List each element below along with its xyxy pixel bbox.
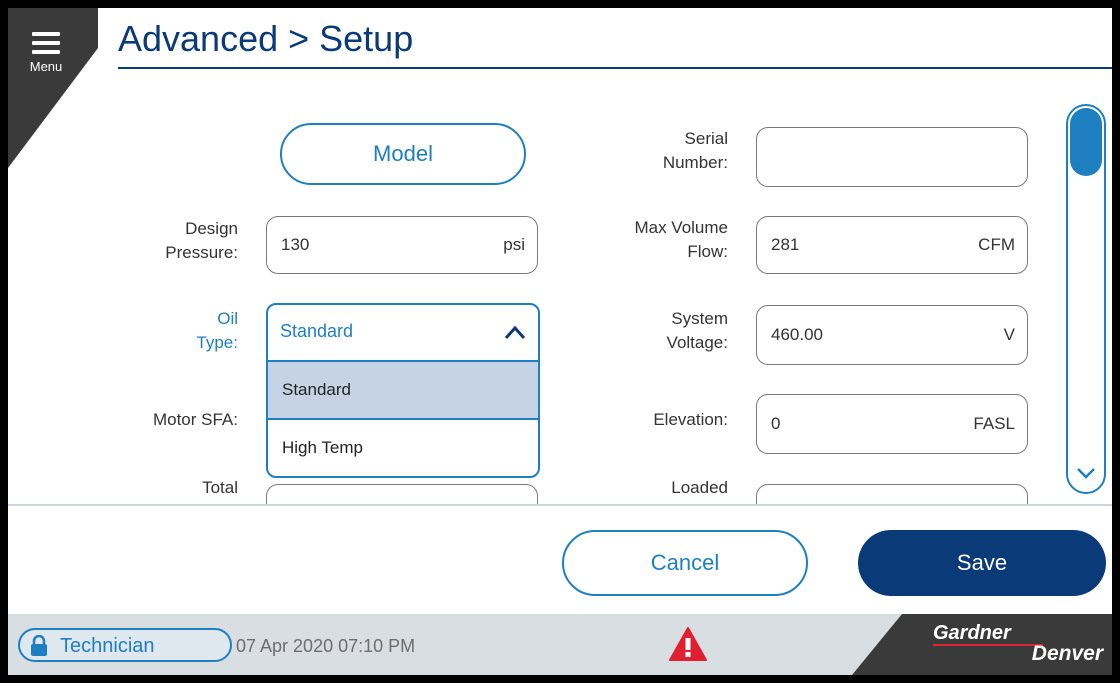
loaded-label: Loaded xyxy=(568,476,728,500)
design-pressure-label: Design Pressure: xyxy=(108,217,238,265)
system-voltage-label: System Voltage: xyxy=(568,307,728,355)
field-unit: V xyxy=(1003,325,1015,344)
label-line: Serial xyxy=(684,129,728,148)
elevation-label: Elevation: xyxy=(568,408,728,432)
label-line: Loaded xyxy=(671,478,728,497)
label-line: Voltage: xyxy=(666,333,728,352)
hamburger-icon-bar xyxy=(32,41,60,45)
max-volume-flow-label: Max Volume Flow: xyxy=(568,216,728,264)
model-button[interactable]: Model xyxy=(280,123,526,185)
brand-bottom: Denver xyxy=(1031,642,1103,665)
max-volume-flow-field[interactable]: 281 CFM xyxy=(756,216,1028,274)
motor-sfa-label: Motor SFA: xyxy=(68,408,238,432)
hamburger-icon-bar xyxy=(32,50,60,54)
dropdown-option-standard[interactable]: Standard xyxy=(268,360,538,418)
option-label: High Temp xyxy=(282,438,363,457)
chevron-up-icon xyxy=(504,325,526,340)
user-role-button[interactable]: Technician xyxy=(18,628,232,662)
label-line: Pressure: xyxy=(165,243,238,262)
label-line: Design xyxy=(185,219,238,238)
field-value: 130 xyxy=(281,235,310,254)
page-title: Advanced > Setup xyxy=(118,18,414,59)
label-line: Oil xyxy=(217,309,238,328)
setup-screen: Menu Advanced > Setup Model Design Press… xyxy=(8,8,1112,675)
status-footer: Technician 07 Apr 2020 07:10 PM Gardner … xyxy=(8,614,1112,675)
total-field[interactable] xyxy=(266,484,538,504)
label-line: Type: xyxy=(196,333,238,352)
brand-top: Gardner xyxy=(933,622,1011,644)
oil-type-dropdown[interactable]: Standard Standard High Temp xyxy=(266,303,540,478)
system-voltage-field[interactable]: 460.00 V xyxy=(756,305,1028,365)
form-divider xyxy=(8,504,1112,506)
field-unit: CFM xyxy=(978,235,1015,254)
loaded-field[interactable] xyxy=(756,484,1028,504)
setup-form: Model Design Pressure: 130 psi Oil Type:… xyxy=(8,70,1068,504)
field-unit: psi xyxy=(503,235,525,254)
hamburger-icon xyxy=(32,32,60,36)
menu-button[interactable]: Menu xyxy=(16,18,76,78)
lock-icon xyxy=(31,635,47,656)
serial-number-field[interactable] xyxy=(756,127,1028,187)
oil-type-dropdown-header[interactable]: Standard xyxy=(268,305,538,360)
dropdown-selected-value: Standard xyxy=(280,321,354,341)
brand-underline xyxy=(933,644,1043,646)
field-value: 281 xyxy=(771,235,800,254)
field-value: 0 xyxy=(771,414,781,433)
elevation-field[interactable]: 0 FASL xyxy=(756,394,1028,454)
label-line: Total xyxy=(202,478,238,497)
date-time: 07 Apr 2020 07:10 PM xyxy=(236,636,416,656)
field-value: 460.00 xyxy=(771,325,823,344)
option-label: Standard xyxy=(282,380,351,399)
label-line: System xyxy=(671,309,728,328)
serial-number-label: Serial Number: xyxy=(568,127,728,175)
label-line: Motor SFA: xyxy=(152,410,238,429)
warning-icon[interactable] xyxy=(668,626,708,662)
form-scrollbar[interactable] xyxy=(1066,104,1106,494)
label-line: Elevation: xyxy=(653,410,728,429)
dropdown-option-high-temp[interactable]: High Temp xyxy=(268,418,538,476)
save-button[interactable]: Save xyxy=(858,530,1106,596)
chevron-down-icon[interactable] xyxy=(1076,466,1096,480)
gardner-denver-logo: Gardner Denver xyxy=(933,622,1103,670)
cancel-button[interactable]: Cancel xyxy=(562,530,808,596)
label-line: Flow: xyxy=(687,242,728,261)
label-line: Max Volume xyxy=(634,218,728,237)
oil-type-label: Oil Type: xyxy=(108,307,238,355)
total-label: Total xyxy=(108,476,238,500)
field-unit: FASL xyxy=(973,414,1015,433)
design-pressure-field[interactable]: 130 psi xyxy=(266,216,538,274)
label-line: Number: xyxy=(662,153,728,172)
scrollbar-thumb[interactable] xyxy=(1070,108,1102,176)
title-underline xyxy=(118,67,1112,69)
user-role-label: Technician xyxy=(60,635,155,657)
